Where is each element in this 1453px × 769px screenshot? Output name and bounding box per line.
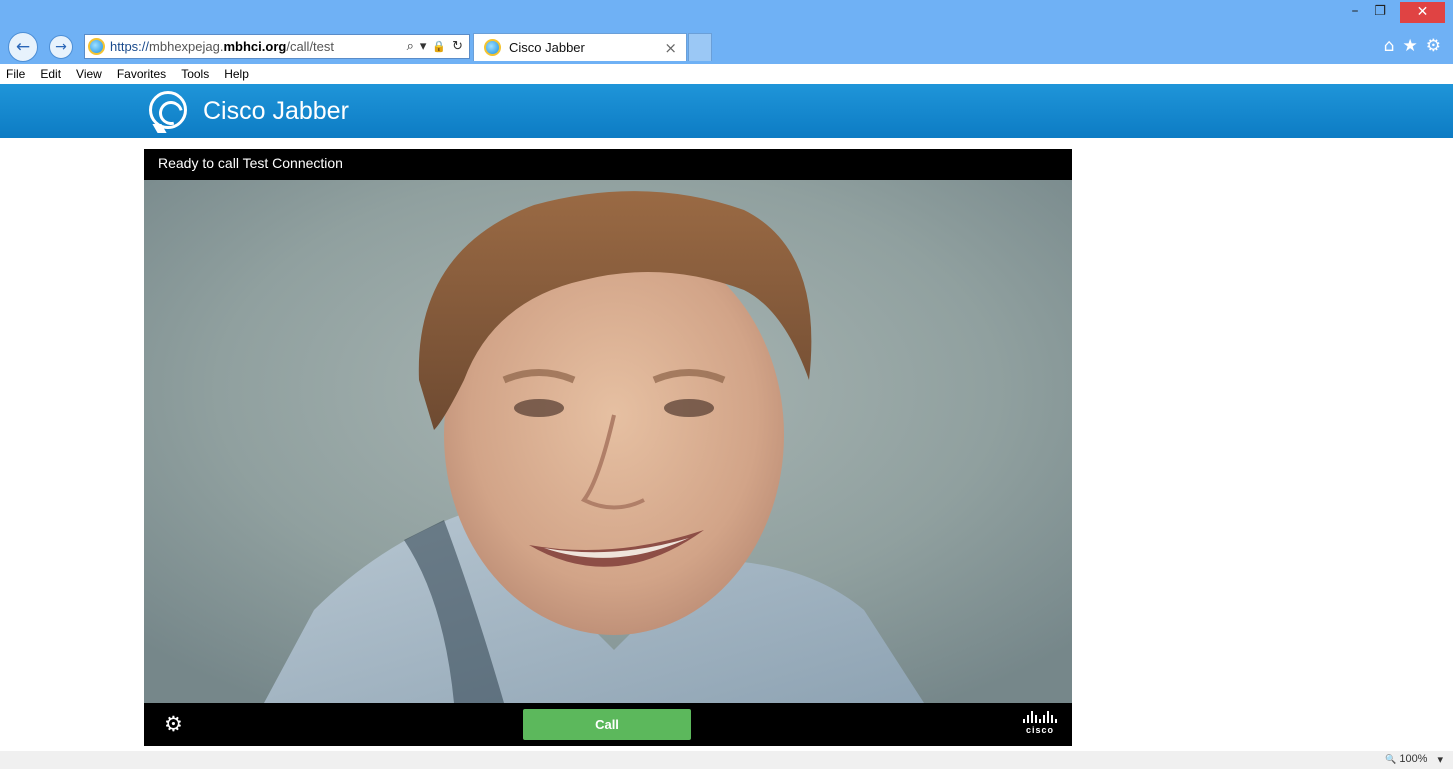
zoom-icon: 🔍 100% bbox=[1385, 753, 1428, 765]
zoom-dropdown-icon[interactable]: ▾ bbox=[1437, 753, 1443, 766]
forward-arrow-icon: → bbox=[55, 39, 67, 55]
browser-right-tools: ⌂ ★ ⚙ bbox=[1384, 36, 1441, 56]
home-icon[interactable]: ⌂ bbox=[1384, 36, 1395, 56]
ie-favicon-icon bbox=[88, 38, 105, 55]
cisco-logo: cisco bbox=[1022, 711, 1058, 739]
zoom-control[interactable]: 🔍 100% ▾ bbox=[1385, 753, 1443, 766]
settings-gear-icon[interactable]: ⚙ bbox=[164, 714, 183, 735]
call-button[interactable]: Call bbox=[523, 709, 691, 740]
url-subdomain: mbhexpejag. bbox=[149, 39, 224, 54]
call-panel: Ready to call Test Connection ⚙ Call cis… bbox=[144, 149, 1072, 746]
url-text[interactable]: https://mbhexpejag.mbhci.org/call/test bbox=[110, 39, 407, 54]
tools-gear-icon[interactable]: ⚙ bbox=[1426, 36, 1441, 56]
menu-view[interactable]: View bbox=[76, 67, 102, 81]
browser-statusbar: 🔍 100% ▾ bbox=[0, 751, 1453, 769]
self-view-video bbox=[144, 180, 1072, 703]
close-window-button[interactable]: ✕ bbox=[1400, 2, 1445, 23]
tab-favicon-icon bbox=[484, 39, 501, 56]
lock-icon[interactable]: 🔒 bbox=[432, 40, 446, 53]
menu-favorites[interactable]: Favorites bbox=[117, 67, 166, 81]
search-icon[interactable]: ⌕ bbox=[407, 39, 414, 54]
minimize-button[interactable]: – bbox=[1345, 4, 1365, 21]
favorites-star-icon[interactable]: ★ bbox=[1403, 36, 1418, 56]
address-bar[interactable]: https://mbhexpejag.mbhci.org/call/test ⌕… bbox=[84, 34, 470, 59]
video-frame-illustration bbox=[144, 180, 1072, 703]
back-arrow-icon: ← bbox=[15, 36, 31, 57]
cisco-logo-bars-icon bbox=[1022, 711, 1058, 723]
browser-titlebar: ← → https://mbhexpejag.mbhci.org/call/te… bbox=[0, 0, 1453, 64]
url-path: /call/test bbox=[286, 39, 335, 54]
app-title: Cisco Jabber bbox=[203, 97, 349, 125]
cisco-wordmark: cisco bbox=[1025, 725, 1054, 735]
person-right-eye bbox=[664, 399, 714, 417]
jabber-header: Cisco Jabber bbox=[0, 84, 1453, 138]
browser-window: ← → https://mbhexpejag.mbhci.org/call/te… bbox=[0, 0, 1453, 769]
address-tools: ⌕ ▾ 🔒 ↻ bbox=[407, 39, 469, 54]
tab-close-icon[interactable]: × bbox=[664, 39, 686, 57]
menu-bar: File Edit View Favorites Tools Help bbox=[0, 64, 1453, 84]
search-dropdown-icon[interactable]: ▾ bbox=[420, 39, 427, 54]
new-tab-button[interactable] bbox=[688, 33, 712, 61]
menu-tools[interactable]: Tools bbox=[181, 67, 209, 81]
tab-cisco-jabber[interactable]: Cisco Jabber × bbox=[473, 33, 687, 61]
forward-button[interactable]: → bbox=[49, 35, 73, 59]
menu-file[interactable]: File bbox=[6, 67, 25, 81]
url-scheme: https:// bbox=[110, 39, 150, 54]
person-left-eye bbox=[514, 399, 564, 417]
jabber-logo-icon bbox=[149, 91, 187, 129]
url-domain: mbhci.org bbox=[223, 39, 287, 54]
tab-title: Cisco Jabber bbox=[509, 40, 585, 55]
restore-button[interactable]: ❐ bbox=[1370, 4, 1390, 20]
call-status-text: Ready to call Test Connection bbox=[158, 155, 343, 171]
zoom-level: 100% bbox=[1399, 753, 1428, 765]
refresh-icon[interactable]: ↻ bbox=[452, 39, 463, 54]
call-controls-bar: ⚙ Call cisco bbox=[144, 703, 1072, 746]
menu-help[interactable]: Help bbox=[224, 67, 249, 81]
menu-edit[interactable]: Edit bbox=[40, 67, 61, 81]
back-button[interactable]: ← bbox=[8, 32, 38, 62]
